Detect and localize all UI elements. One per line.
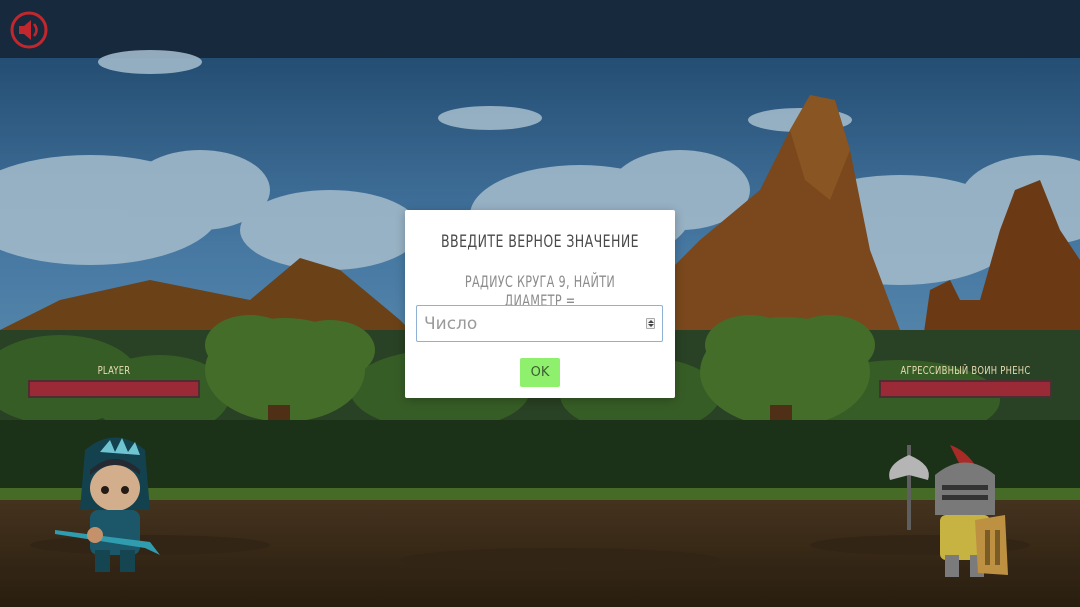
spinner-up-icon[interactable] — [648, 320, 654, 323]
number-spinner-icon[interactable] — [646, 318, 655, 329]
answer-dialog: Введите верное значение Радиус круга 9, … — [405, 210, 675, 398]
enemy-hp-fill — [881, 382, 1050, 396]
player-name: Player — [97, 364, 131, 377]
ok-button[interactable]: OK — [520, 358, 560, 387]
enemy-hp-bar — [879, 380, 1052, 398]
answer-input[interactable] — [416, 305, 663, 342]
sound-toggle-button[interactable] — [9, 10, 49, 50]
dialog-title: Введите верное значение — [441, 232, 639, 252]
grass-strip — [0, 488, 1080, 502]
spinner-down-icon[interactable] — [648, 324, 654, 327]
speaker-icon — [10, 11, 48, 49]
player-hp-bar — [28, 380, 200, 398]
enemy-name: Агрессивный воин Рненс — [900, 364, 1031, 377]
player-hp-fill — [30, 382, 198, 396]
